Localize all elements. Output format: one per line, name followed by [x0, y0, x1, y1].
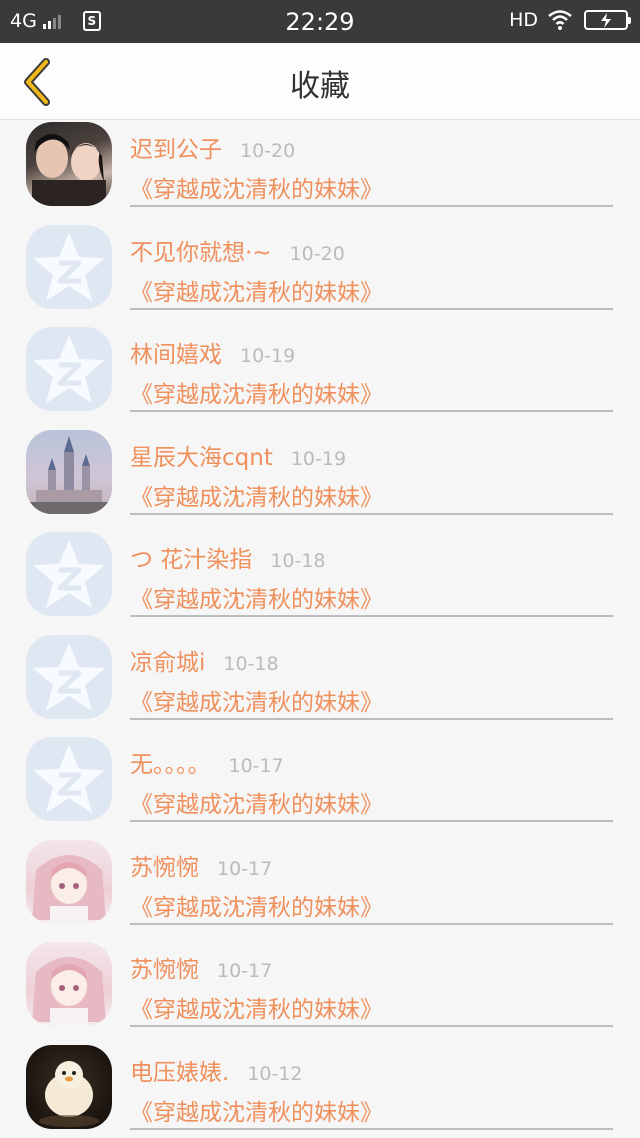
user-name: つ 花汁染指 — [130, 547, 253, 573]
list-item[interactable]: 林间嬉戏 10-19 《穿越成沈清秋的妹妹》 — [0, 325, 640, 428]
book-title[interactable]: 《穿越成沈清秋的妹妹》 — [130, 580, 383, 614]
qzone-star-icon — [33, 540, 105, 608]
book-title[interactable]: 《穿越成沈清秋的妹妹》 — [130, 990, 383, 1024]
book-title[interactable]: 《穿越成沈清秋的妹妹》 — [130, 375, 383, 409]
date-label: 10-18 — [223, 652, 279, 675]
hd-label: HD — [509, 9, 538, 31]
page-title: 收藏 — [290, 69, 350, 104]
wifi-icon — [548, 10, 572, 30]
battery-icon — [584, 10, 631, 30]
book-title[interactable]: 《穿越成沈清秋的妹妹》 — [130, 478, 383, 512]
book-title[interactable]: 《穿越成沈清秋的妹妹》 — [130, 683, 383, 717]
divider — [130, 717, 613, 720]
date-label: 10-19 — [240, 345, 296, 367]
avatar — [26, 1044, 112, 1129]
book-title[interactable]: 《穿越成沈清秋的妹妹》 — [130, 170, 383, 204]
list-item[interactable]: 不见你就想·~ 10-20 《穿越成沈清秋的妹妹》 — [0, 223, 640, 326]
user-name: 电压婊婊. — [130, 1059, 230, 1086]
book-title[interactable]: 《穿越成沈清秋的妹妹》 — [130, 888, 383, 922]
status-bar: 4G S 22:29 HD — [0, 0, 640, 43]
avatar — [26, 942, 112, 1026]
date-label: 10-20 — [240, 140, 296, 162]
divider — [130, 512, 613, 515]
divider — [130, 205, 613, 207]
avatar — [26, 224, 112, 309]
user-name: 无。。。。 — [130, 752, 211, 778]
divider — [130, 410, 613, 412]
list-item[interactable]: つ 花汁染指 10-18 《穿越成沈清秋的妹妹》 — [0, 530, 640, 633]
divider — [130, 615, 613, 617]
favorites-list: 迟到公子 10-20 《穿越成沈清秋的妹妹》 不见你就想·~ 10-20 《穿越成沈… — [0, 120, 640, 1138]
date-label: 10-19 — [290, 447, 347, 470]
list-item[interactable]: 迟到公子 10-20 《穿越成沈清秋的妹妹》 — [0, 120, 640, 223]
book-title[interactable]: 《穿越成沈清秋的妹妹》 — [130, 1093, 383, 1127]
date-label: 10-20 — [289, 242, 345, 265]
divider — [130, 307, 613, 310]
avatar — [26, 429, 112, 514]
user-name: 苏惋惋 — [130, 957, 199, 983]
avatar — [26, 532, 112, 616]
user-name: 林间嬉戏 — [130, 342, 222, 368]
qzone-star-icon — [33, 745, 105, 813]
avatar — [26, 122, 112, 206]
list-item[interactable]: 星辰大海cqnt 10-19 《穿越成沈清秋的妹妹》 — [0, 428, 640, 531]
list-item[interactable]: 无。。。。 10-17 《穿越成沈清秋的妹妹》 — [0, 735, 640, 838]
divider — [130, 922, 613, 925]
list-item[interactable]: 苏惋惋 10-17 《穿越成沈清秋的妹妹》 — [0, 940, 640, 1043]
top-bar: 收藏 — [0, 43, 640, 120]
user-name: 不见你就想·~ — [130, 239, 272, 266]
date-label: 10-17 — [217, 857, 273, 880]
user-name: 迟到公子 — [130, 137, 222, 163]
book-title[interactable]: 《穿越成沈清秋的妹妹》 — [130, 273, 383, 307]
user-name: 凉俞城i — [130, 649, 206, 676]
status-right: HD — [509, 9, 631, 31]
divider — [130, 1025, 613, 1027]
date-label: 10-12 — [247, 1062, 303, 1085]
book-title[interactable]: 《穿越成沈清秋的妹妹》 — [130, 785, 383, 819]
qzone-star-icon — [33, 335, 105, 403]
user-name: 星辰大海cqnt — [130, 444, 273, 471]
avatar — [26, 634, 112, 719]
date-label: 10-17 — [217, 960, 273, 982]
date-label: 10-17 — [228, 755, 284, 777]
avatar — [26, 839, 112, 924]
qzone-star-icon — [33, 642, 105, 711]
divider — [130, 820, 613, 822]
list-item[interactable]: 电压婊婊. 10-12 《穿越成沈清秋的妹妹》 — [0, 1043, 640, 1138]
list-item[interactable]: 凉俞城i 10-18 《穿越成沈清秋的妹妹》 — [0, 633, 640, 736]
user-name: 苏惋惋 — [130, 854, 199, 881]
qzone-star-icon — [33, 232, 105, 301]
divider — [130, 1127, 613, 1130]
date-label: 10-18 — [270, 550, 326, 572]
avatar — [26, 737, 112, 821]
avatar — [26, 327, 112, 411]
list-item[interactable]: 苏惋惋 10-17 《穿越成沈清秋的妹妹》 — [0, 838, 640, 941]
